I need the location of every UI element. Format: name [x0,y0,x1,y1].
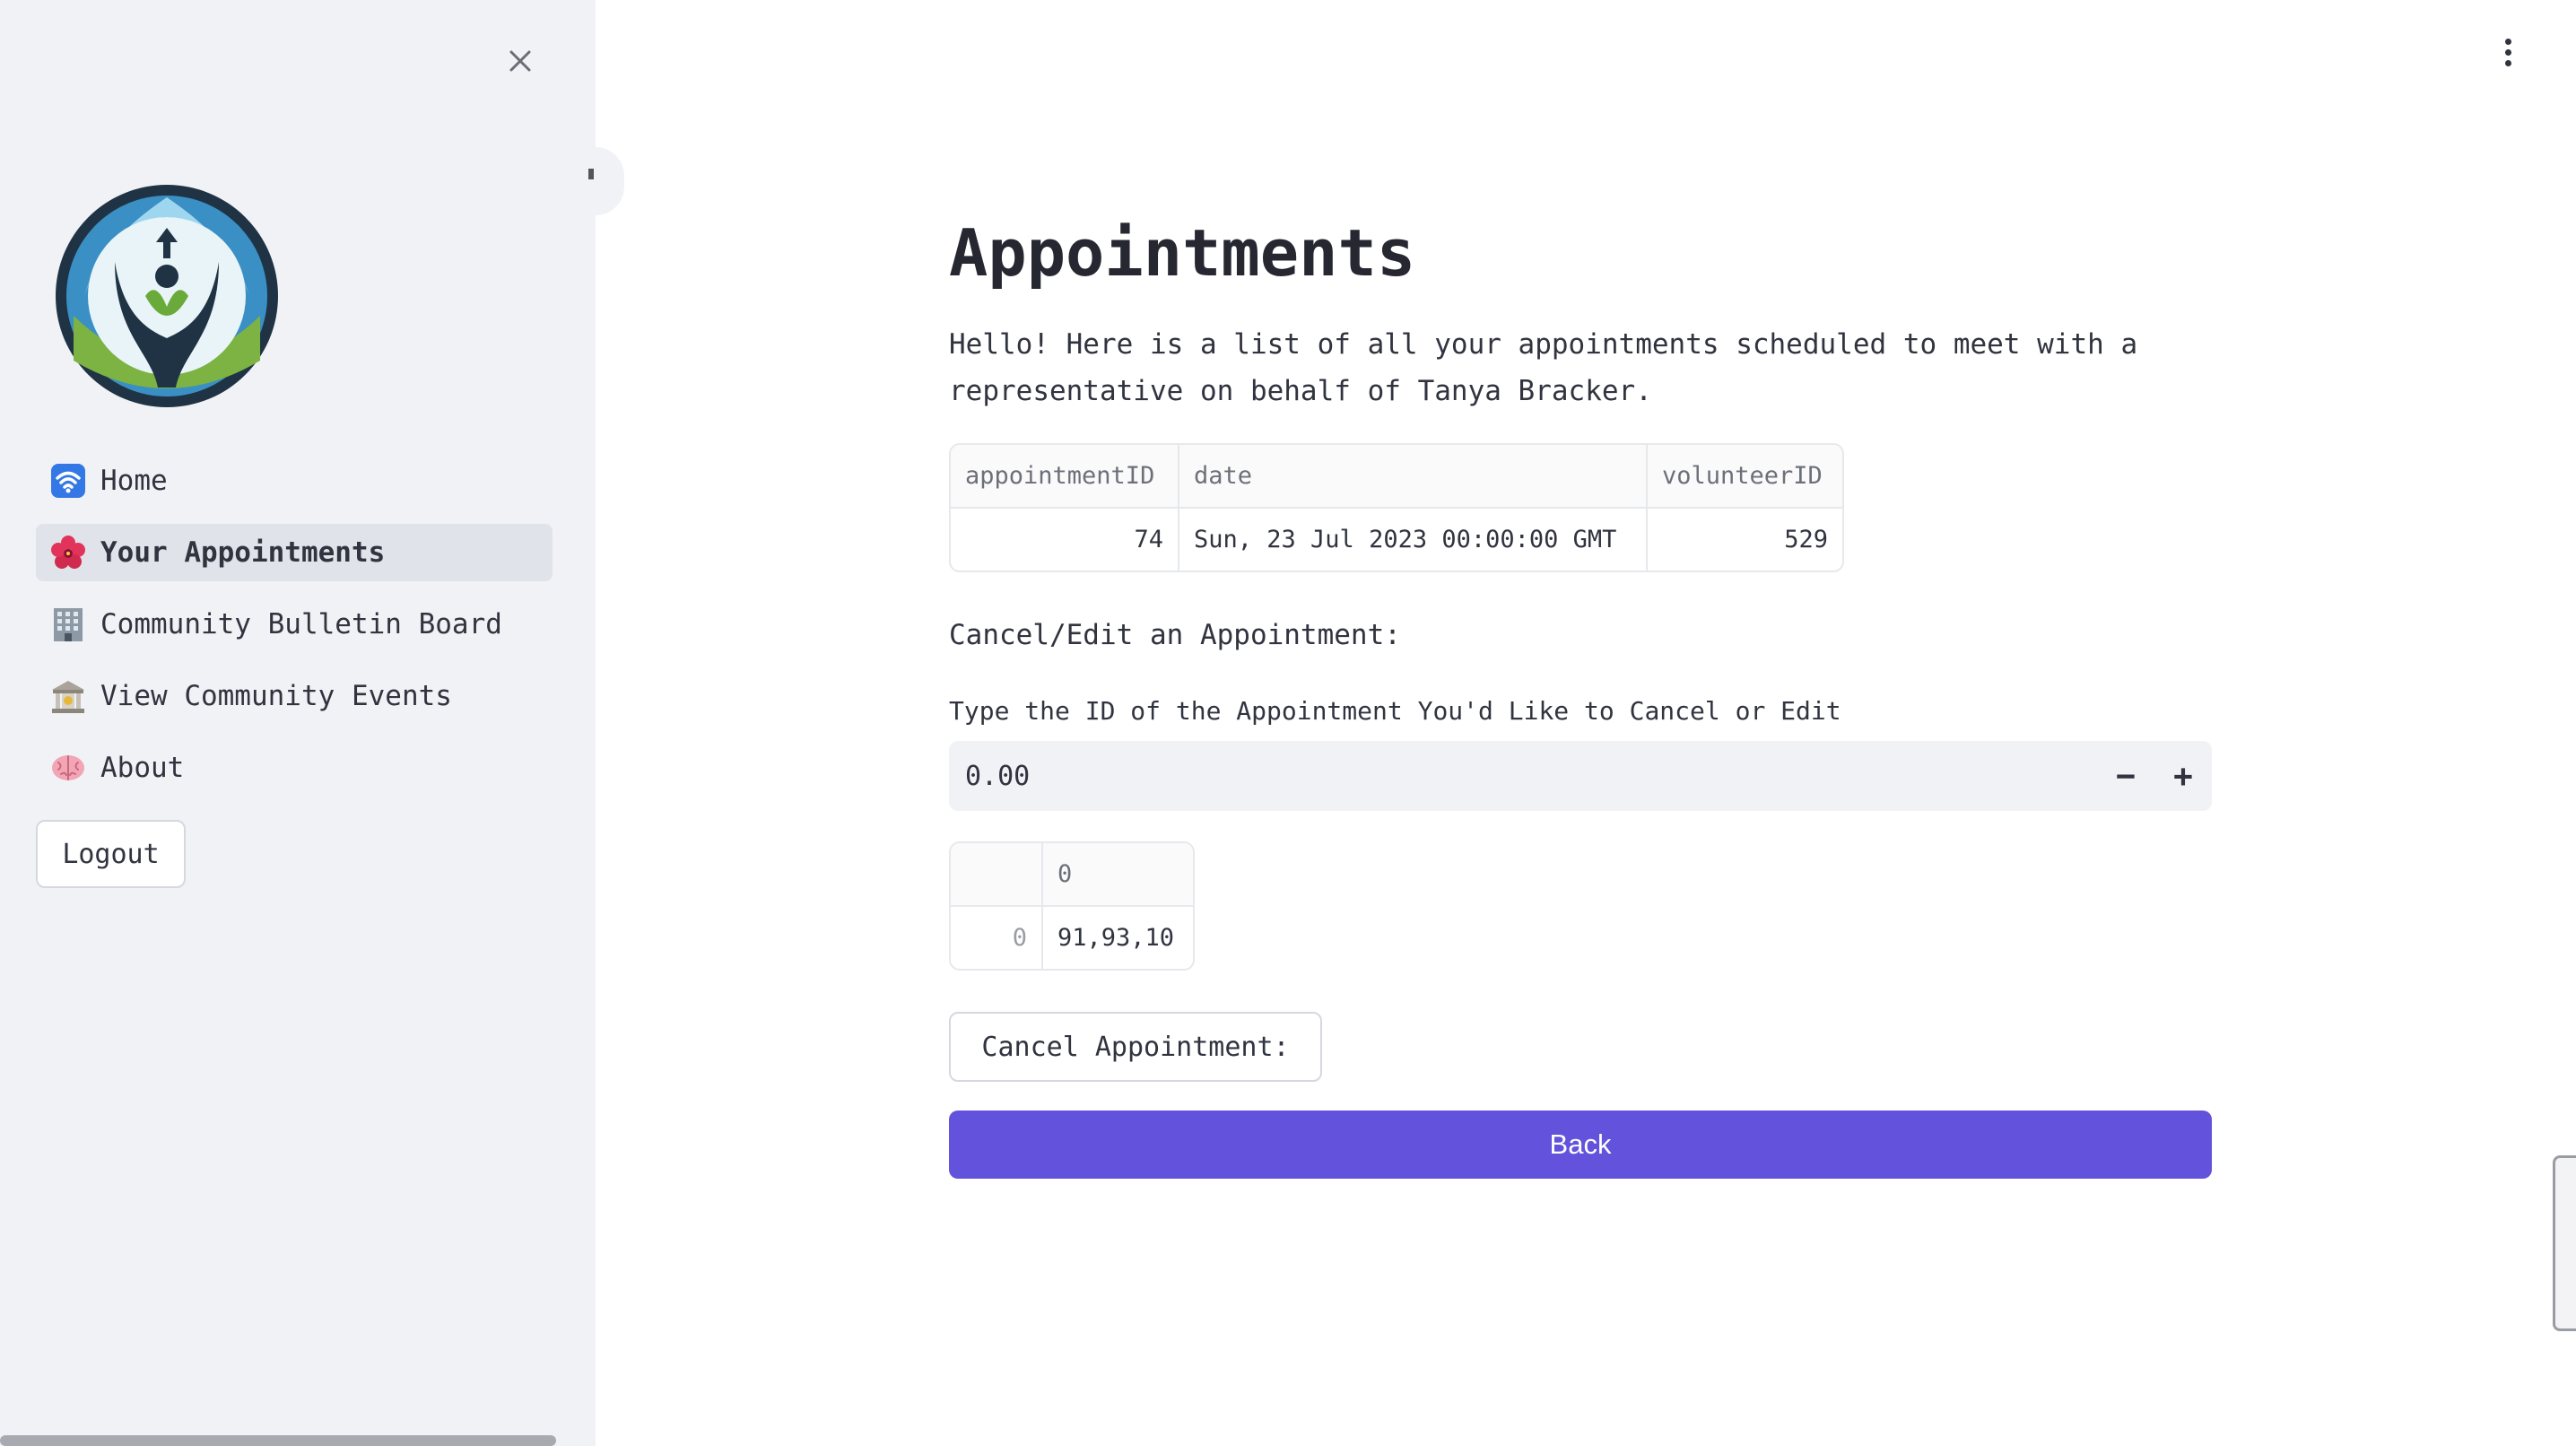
cell-value[interactable]: 91,93,10 [1042,906,1193,969]
bank-icon [48,676,88,716]
appointment-id-input[interactable] [949,760,2097,792]
column-header-date[interactable]: date [1179,445,1648,509]
appointment-id-label: Type the ID of the Appointment You'd Lik… [949,696,1841,726]
logout-button[interactable]: Logout [36,820,186,888]
sidebar-item-your-appointments[interactable]: Your Appointments [36,524,553,581]
sidebar: Home Your Appointments Community Bulleti… [0,0,596,1446]
cell-appointment-id[interactable]: 74 [951,508,1179,571]
sidebar-item-label: About [100,752,185,784]
brain-icon [48,748,88,788]
appointments-table: appointmentID date volunteerID 74 Sun, 2… [949,443,1844,572]
edge-resize-handle[interactable] [2553,1155,2576,1331]
office-building-icon [48,605,88,644]
cancel-appointment-button[interactable]: Cancel Appointment: [949,1012,1322,1082]
column-header-appointment-id[interactable]: appointmentID [951,445,1179,509]
appointment-id-stepper: − + [949,741,2212,811]
column-header-volunteer-id[interactable]: volunteerID [1647,445,1842,509]
increment-button[interactable]: + [2154,741,2212,811]
close-sidebar-button[interactable] [499,39,542,83]
result-dataframe: 0 0 91,93,10 [949,841,1195,971]
sidebar-item-label: Community Bulletin Board [100,608,502,640]
close-icon [509,50,531,72]
page-title: Appointments [949,215,1416,291]
cell-date[interactable]: Sun, 23 Jul 2023 00:00:00 GMT [1179,508,1648,571]
cell-volunteer-id[interactable]: 529 [1647,508,1842,571]
sidebar-item-label: View Community Events [100,680,452,712]
sidebar-nav: Home Your Appointments Community Bulleti… [36,452,553,811]
menu-dot [2504,59,2511,66]
sidebar-item-about[interactable]: About [36,739,553,797]
menu-dot [2504,38,2511,45]
table-row: 0 91,93,10 [951,906,1193,969]
sidebar-item-label: Home [100,465,168,497]
intro-text: Hello! Here is a list of all your appoin… [949,328,2138,407]
table-row: 74 Sun, 23 Jul 2023 00:00:00 GMT 529 [951,508,1842,571]
sidebar-item-home[interactable]: Home [36,452,553,510]
column-header-0[interactable]: 0 [1042,843,1193,907]
table-header-row: 0 [951,843,1193,907]
section-heading: Cancel/Edit an Appointment: [949,619,1401,651]
wifi-icon [48,461,88,501]
sidebar-horizontal-scrollbar[interactable] [0,1435,556,1446]
sidebar-item-community-bulletin-board[interactable]: Community Bulletin Board [36,596,553,653]
row-index: 0 [951,906,1043,969]
sidebar-item-label: Your Appointments [100,536,386,569]
sidebar-collapse-handle[interactable] [567,147,624,215]
index-header [951,843,1043,907]
decrement-button[interactable]: − [2097,741,2154,811]
hibiscus-icon [48,533,88,572]
app-logo [52,181,282,411]
sidebar-item-view-community-events[interactable]: View Community Events [36,667,553,725]
main-menu-button[interactable] [2490,34,2526,70]
table-header-row: appointmentID date volunteerID [951,445,1842,509]
back-button[interactable]: Back [949,1111,2212,1179]
menu-dot [2504,48,2511,56]
